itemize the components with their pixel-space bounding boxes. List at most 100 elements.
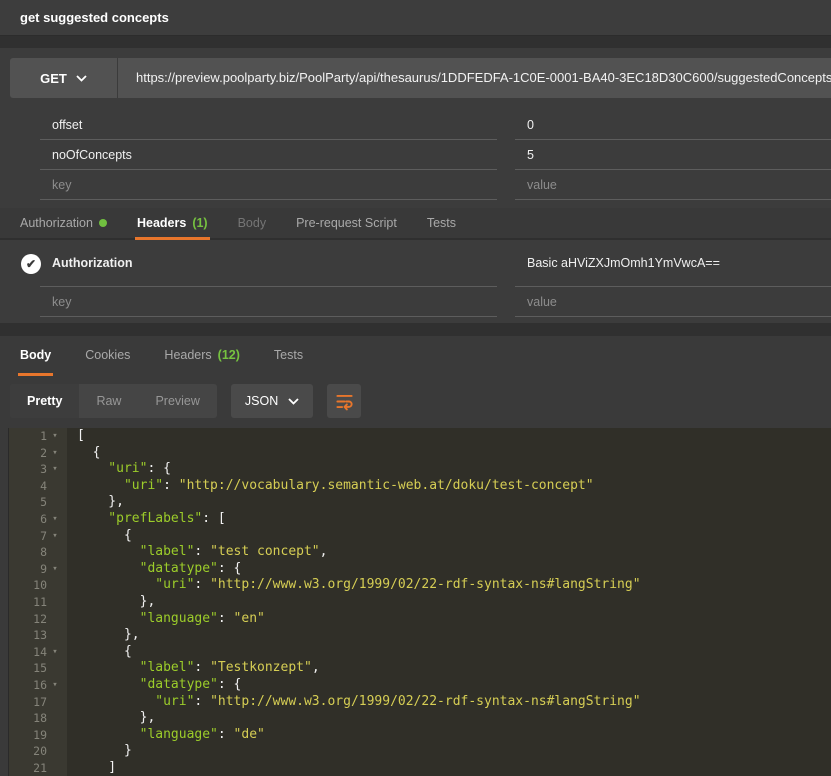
view-mode-preview[interactable]: Preview xyxy=(138,384,216,418)
json-punctuation: { xyxy=(77,445,100,460)
param-key-field[interactable]: key xyxy=(40,170,497,200)
code-line: 12 "language": "en" xyxy=(9,611,831,628)
code-line: 18 }, xyxy=(9,710,831,727)
format-label: JSON xyxy=(245,394,278,408)
fold-toggle-icon[interactable]: ▾ xyxy=(47,428,63,445)
gutter-cell: 5 xyxy=(9,494,67,511)
response-tab-headers[interactable]: Headers(12) xyxy=(162,336,241,376)
code-text: "prefLabels": [ xyxy=(67,511,226,528)
json-string: "http://www.w3.org/1999/02/22-rdf-syntax… xyxy=(210,577,640,592)
code-text: "uri": "http://www.w3.org/1999/02/22-rdf… xyxy=(67,694,641,711)
method-label: GET xyxy=(40,71,67,86)
param-key-field[interactable]: offset xyxy=(40,110,497,140)
url-input[interactable]: https://preview.poolparty.biz/PoolParty/… xyxy=(118,58,831,98)
code-line: 17 "uri": "http://www.w3.org/1999/02/22-… xyxy=(9,694,831,711)
fold-toggle-icon[interactable]: ▾ xyxy=(47,561,63,578)
fold-toggle-icon[interactable]: ▾ xyxy=(47,461,63,478)
response-tab-cookies[interactable]: Cookies xyxy=(83,336,132,376)
line-number: 8 xyxy=(9,544,47,561)
view-mode-pretty[interactable]: Pretty xyxy=(10,384,79,418)
fold-toggle-icon[interactable]: ▾ xyxy=(47,677,63,694)
method-dropdown[interactable]: GET xyxy=(10,58,118,98)
tab-label: Headers xyxy=(137,216,186,230)
gutter-cell: 3▾ xyxy=(9,461,67,478)
json-string: "http://www.w3.org/1999/02/22-rdf-syntax… xyxy=(210,694,640,709)
json-key: "language" xyxy=(77,611,218,626)
gutter-cell: 4 xyxy=(9,478,67,495)
tab-headers[interactable]: Headers(1) xyxy=(135,208,210,240)
fold-toggle-icon[interactable]: ▾ xyxy=(47,511,63,528)
view-mode-raw[interactable]: Raw xyxy=(79,384,138,418)
param-value-field[interactable]: value xyxy=(515,170,831,200)
param-row: offset 0 xyxy=(0,110,831,140)
json-punctuation: , xyxy=(320,544,328,559)
response-body-viewer: 1▾[2▾ {3▾ "uri": {4 "uri": "http://vocab… xyxy=(8,428,831,776)
gutter-cell: 16▾ xyxy=(9,677,67,694)
response-tab-body[interactable]: Body xyxy=(18,336,53,376)
code-text: [ xyxy=(67,428,85,445)
code-line: 16▾ "datatype": { xyxy=(9,677,831,694)
tab-pre-request-script[interactable]: Pre-request Script xyxy=(294,208,399,240)
tab-label: Cookies xyxy=(85,348,130,362)
gutter-cell: 12 xyxy=(9,611,67,628)
header-row-empty: key value xyxy=(0,287,831,317)
tab-body[interactable]: Body xyxy=(236,208,269,240)
json-punctuation: , xyxy=(312,660,320,675)
gutter-cell: 13 xyxy=(9,627,67,644)
line-number: 13 xyxy=(9,627,47,644)
request-builder-panel: GET https://preview.poolparty.biz/PoolPa… xyxy=(0,48,831,323)
fold-toggle-icon[interactable]: ▾ xyxy=(47,644,63,661)
header-key-field[interactable]: key xyxy=(40,287,497,317)
code-line: 19 "language": "de" xyxy=(9,727,831,744)
json-key: "datatype" xyxy=(77,561,218,576)
gutter-cell: 20 xyxy=(9,743,67,760)
tab-label: Body xyxy=(238,216,267,230)
json-key: "uri" xyxy=(77,577,194,592)
fold-toggle-icon[interactable]: ▾ xyxy=(47,445,63,462)
json-punctuation: } xyxy=(77,743,132,758)
json-key: "prefLabels" xyxy=(77,511,202,526)
tab-label: Body xyxy=(20,348,51,362)
gutter-cell: 7▾ xyxy=(9,528,67,545)
json-punctuation: : xyxy=(194,577,210,592)
code-text: { xyxy=(67,528,132,545)
json-punctuation: }, xyxy=(77,627,140,642)
format-dropdown[interactable]: JSON xyxy=(231,384,313,418)
tab-count-badge: (12) xyxy=(218,348,240,362)
code-line: 21 ] xyxy=(9,760,831,776)
gutter-cell: 18 xyxy=(9,710,67,727)
line-number: 14 xyxy=(9,644,47,661)
param-value-field[interactable]: 0 xyxy=(515,110,831,140)
tab-authorization[interactable]: Authorization xyxy=(18,208,109,240)
header-key-field[interactable]: Authorization xyxy=(40,240,497,287)
gutter-cell: 14▾ xyxy=(9,644,67,661)
tab-label: Pre-request Script xyxy=(296,216,397,230)
code-line: 20 } xyxy=(9,743,831,760)
fold-toggle-icon[interactable]: ▾ xyxy=(47,528,63,545)
code-line: 11 }, xyxy=(9,594,831,611)
section-divider xyxy=(0,36,831,48)
code-line: 9▾ "datatype": { xyxy=(9,561,831,578)
gutter-cell: 17 xyxy=(9,694,67,711)
wrap-text-button[interactable] xyxy=(327,384,361,418)
chevron-down-icon xyxy=(288,398,299,405)
json-punctuation: : { xyxy=(147,461,170,476)
header-value-field[interactable]: value xyxy=(515,287,831,317)
header-value-field[interactable]: Basic aHViZXJmOmh1YmVwcA== xyxy=(515,240,831,287)
code-line: 6▾ "prefLabels": [ xyxy=(9,511,831,528)
param-key-field[interactable]: noOfConcepts xyxy=(40,140,497,170)
gutter-cell: 2▾ xyxy=(9,445,67,462)
param-value-field[interactable]: 5 xyxy=(515,140,831,170)
json-punctuation: }, xyxy=(77,494,124,509)
code-line: 3▾ "uri": { xyxy=(9,461,831,478)
tab-tests[interactable]: Tests xyxy=(425,208,458,240)
json-punctuation: }, xyxy=(77,594,155,609)
json-punctuation: : xyxy=(218,611,234,626)
response-tab-tests[interactable]: Tests xyxy=(272,336,305,376)
enabled-checkbox[interactable]: ✔ xyxy=(21,254,41,274)
code-text: }, xyxy=(67,627,140,644)
code-line: 2▾ { xyxy=(9,445,831,462)
auth-valid-dot-icon xyxy=(99,219,107,227)
request-tabs: Authorization Headers(1) Body Pre-request S… xyxy=(0,208,831,240)
code-line: 13 }, xyxy=(9,627,831,644)
